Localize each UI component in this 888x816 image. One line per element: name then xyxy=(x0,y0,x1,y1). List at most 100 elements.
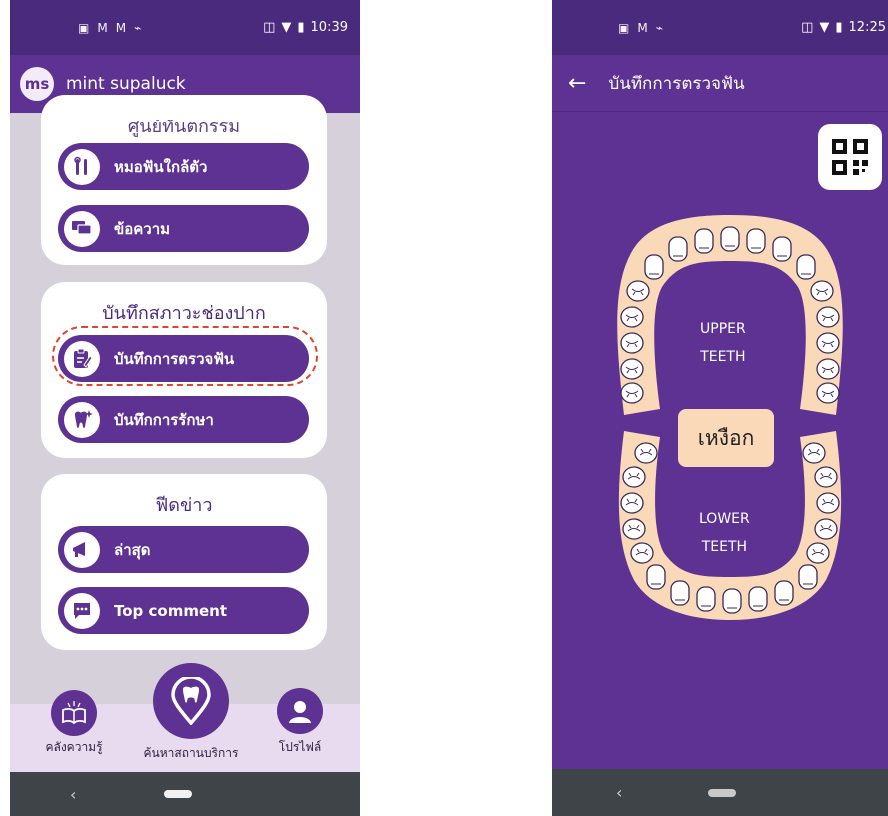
gum-button[interactable]: เหงือก xyxy=(678,409,774,467)
system-home-pill[interactable] xyxy=(708,788,737,797)
upper-tooth[interactable] xyxy=(796,254,816,280)
highlight-dashed-outline xyxy=(52,326,318,386)
system-back-icon[interactable]: ‹ xyxy=(70,785,76,804)
megaphone-icon xyxy=(64,531,100,568)
qr-code-icon xyxy=(832,139,868,175)
battery-icon: ▮ xyxy=(835,20,843,35)
status-bar: ▣ M M ⌁ ◫ ▼ ▮ 10:39 xyxy=(10,0,360,55)
back-arrow-icon[interactable]: ← xyxy=(568,71,586,96)
link-icon: ⌁ xyxy=(134,20,142,35)
lower-teeth-label: LOWER TEETH xyxy=(699,511,750,555)
upper-tooth[interactable] xyxy=(816,332,840,354)
user-name: mint supaluck xyxy=(66,74,186,94)
page-title: บันทึกการตรวจฟัน xyxy=(608,73,745,94)
gmail-icon: M xyxy=(637,20,648,35)
left-phone-screen: ▣ M M ⌁ ◫ ▼ ▮ 10:39 ms mint supaluck ศูน… xyxy=(10,0,360,816)
wifi-icon: ▼ xyxy=(281,20,292,35)
lower-tooth[interactable] xyxy=(646,564,666,590)
upper-tooth[interactable] xyxy=(694,228,714,254)
lower-tooth[interactable] xyxy=(814,466,838,488)
upper-tooth[interactable] xyxy=(772,236,792,262)
upper-tooth[interactable] xyxy=(810,280,834,302)
comment-dots-icon xyxy=(64,592,100,629)
lower-tooth[interactable] xyxy=(622,466,646,488)
qr-code-button[interactable] xyxy=(818,124,882,190)
latest-label: ล่าสุด xyxy=(114,540,151,559)
upper-tooth[interactable] xyxy=(644,254,664,280)
messages-button[interactable]: ข้อความ xyxy=(58,205,309,252)
book-icon xyxy=(51,690,97,736)
user-icon xyxy=(277,688,323,734)
lower-tooth[interactable] xyxy=(696,586,716,612)
lower-tooth[interactable] xyxy=(816,492,840,514)
gmail-icon: M xyxy=(115,20,127,35)
upper-tooth[interactable] xyxy=(620,382,644,404)
services-card: ศูนย์ทันตกรรม หมอฟันใกล้ตัว ข้อความ xyxy=(41,95,327,265)
nav-profile-label: โปรไฟล์ xyxy=(278,740,322,754)
nav-knowledge[interactable]: คลังความรู้ xyxy=(26,690,122,757)
lower-tooth[interactable] xyxy=(620,492,644,514)
system-navigation-bar: ‹ xyxy=(552,769,888,816)
system-home-pill[interactable] xyxy=(164,790,193,798)
news-feed-card: ฟีดข่าว ล่าสุด Top comment xyxy=(41,474,327,650)
card-title-services: ศูนย์ทันตกรรม xyxy=(127,116,241,137)
lower-tooth[interactable] xyxy=(806,542,830,564)
lower-tooth[interactable] xyxy=(622,518,646,540)
avatar[interactable]: ms xyxy=(20,67,54,101)
chat-icon xyxy=(64,210,100,247)
card-title-oral-record: บันทึกสภาวะช่องปาก xyxy=(102,303,266,324)
messages-label: ข้อความ xyxy=(114,219,171,238)
gmail-icon: M xyxy=(97,20,108,35)
top-comment-button[interactable]: Top comment xyxy=(58,587,309,634)
clock: 10:39 xyxy=(310,20,348,35)
system-back-icon[interactable]: ‹ xyxy=(616,783,622,802)
upper-teeth-label: UPPER TEETH xyxy=(700,321,746,365)
upper-tooth[interactable] xyxy=(620,358,644,380)
lower-tooth[interactable] xyxy=(798,564,818,590)
lower-tooth[interactable] xyxy=(722,588,742,614)
upper-tooth[interactable] xyxy=(620,332,644,354)
tooth-sparkle-icon xyxy=(64,401,100,438)
system-navigation-bar: ‹ xyxy=(10,772,360,816)
sim-icon: ▣ xyxy=(78,20,90,35)
dental-tools-icon xyxy=(64,148,100,185)
top-comment-label: Top comment xyxy=(114,601,227,620)
lower-tooth[interactable] xyxy=(670,580,690,606)
status-bar: ▣ M ⌁ ◫ ▼ ▮ 12:25 xyxy=(552,0,888,55)
vibrate-icon: ◫ xyxy=(263,20,276,35)
lower-tooth[interactable] xyxy=(802,442,826,464)
treatment-record-button[interactable]: บันทึกการรักษา xyxy=(58,396,309,443)
upper-tooth[interactable] xyxy=(816,306,840,328)
app-bar: ← บันทึกการตรวจฟัน xyxy=(552,55,888,112)
upper-tooth[interactable] xyxy=(746,228,766,254)
upper-tooth[interactable] xyxy=(816,358,840,380)
treatment-record-label: บันทึกการรักษา xyxy=(114,410,214,429)
clock: 12:25 xyxy=(848,20,886,35)
card-title-news: ฟีดข่าว xyxy=(155,495,213,516)
upper-tooth[interactable] xyxy=(668,236,688,262)
lower-tooth[interactable] xyxy=(748,586,768,612)
lower-tooth[interactable] xyxy=(630,542,654,564)
lower-tooth[interactable] xyxy=(814,518,838,540)
upper-tooth[interactable] xyxy=(620,306,644,328)
nav-knowledge-label: คลังความรู้ xyxy=(45,740,103,754)
wifi-icon: ▼ xyxy=(819,20,830,35)
upper-tooth[interactable] xyxy=(720,226,740,252)
nav-search-service-label[interactable]: ค้นหาสถานบริการ xyxy=(132,744,250,763)
nav-profile[interactable]: โปรไฟล์ xyxy=(264,688,336,757)
search-service-fab[interactable] xyxy=(153,663,229,739)
right-phone-screen: ▣ M ⌁ ◫ ▼ ▮ 12:25 ← บันทึกการตรวจฟัน UPP… xyxy=(552,0,888,816)
notification-icons: ▣ M M ⌁ xyxy=(78,21,141,35)
upper-tooth[interactable] xyxy=(626,280,650,302)
lower-tooth[interactable] xyxy=(634,442,658,464)
dentist-near-me-label: หมอฟันใกล้ตัว xyxy=(114,157,208,176)
dentist-near-me-button[interactable]: หมอฟันใกล้ตัว xyxy=(58,143,309,190)
battery-icon: ▮ xyxy=(297,20,305,35)
sim-icon: ▣ xyxy=(618,20,630,35)
link-icon: ⌁ xyxy=(655,20,663,35)
vibrate-icon: ◫ xyxy=(801,20,814,35)
latest-button[interactable]: ล่าสุด xyxy=(58,526,309,573)
lower-tooth[interactable] xyxy=(774,580,794,606)
tooth-location-pin-icon xyxy=(171,677,211,725)
upper-tooth[interactable] xyxy=(816,382,840,404)
